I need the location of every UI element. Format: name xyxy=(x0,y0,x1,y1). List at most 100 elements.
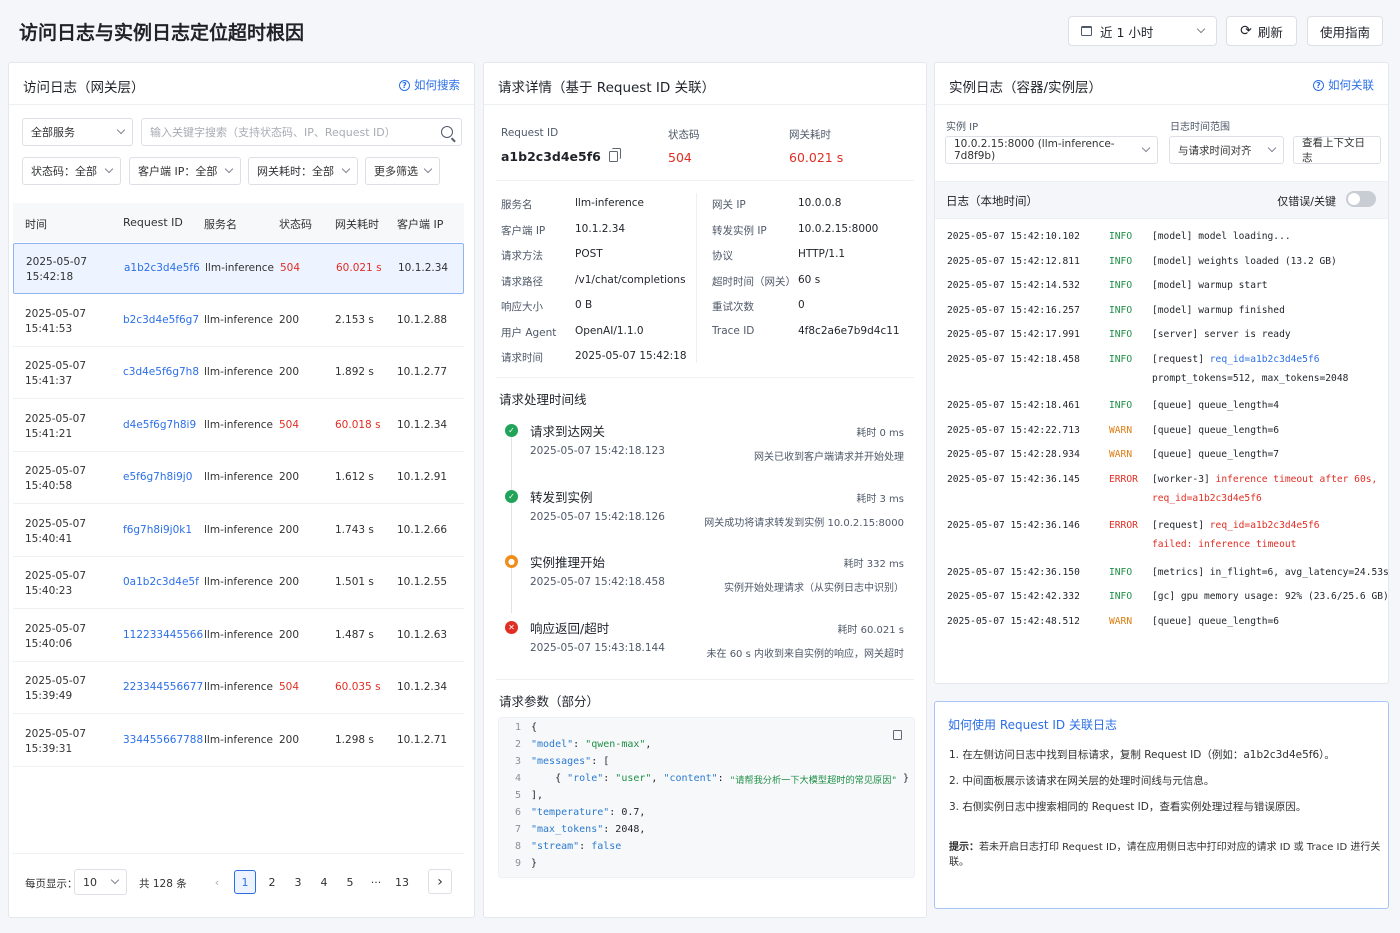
log-message: [gc] gpu memory usage: 92% (23.6/25.6 GB… xyxy=(1152,591,1389,602)
row-request-id[interactable]: a1b2c3d4e5f6 xyxy=(124,262,200,274)
log-timestamp: 2025-05-07 15:42:28.934 xyxy=(947,449,1080,460)
timeline-step-desc: 网关成功将请求转发到实例 10.0.2.15:8000 xyxy=(704,517,904,529)
row-client-ip: 10.1.2.77 xyxy=(397,366,448,378)
table-row[interactable]: 2025-05-07 15:39:31 334455667788 llm-infer… xyxy=(13,716,464,767)
row-latency: 60.018 s xyxy=(335,418,381,431)
row-service: llm-inference xyxy=(204,471,274,483)
log-level: ERROR xyxy=(1109,520,1138,531)
table-row[interactable]: 2025-05-07 15:41:37 c3d4e5f6g7h8 llm-infer… xyxy=(13,348,464,399)
row-status: 200 xyxy=(279,471,300,483)
page-size-select[interactable]: 10 xyxy=(74,869,127,895)
page-2[interactable]: 2 xyxy=(261,870,283,894)
refresh-button[interactable]: ⟳ 刷新 xyxy=(1226,16,1297,46)
table-row[interactable]: 2025-05-07 15:40:06 112233445566 llm-infer… xyxy=(13,611,464,662)
client-ip-filter[interactable]: 客户端 IP：全部 xyxy=(129,157,241,185)
status-filter[interactable]: 状态码：全部 xyxy=(22,157,121,185)
row-request-id[interactable]: b2c3d4e5f6g7 xyxy=(123,314,199,326)
row-request-id[interactable]: c3d4e5f6g7h8 xyxy=(123,366,199,378)
chevron-down-icon xyxy=(1196,24,1206,34)
row-request-id[interactable]: 223344556677 xyxy=(123,681,203,693)
meta-value: 10.0.2.15:8000 xyxy=(798,222,879,235)
log-level: WARN xyxy=(1109,615,1133,627)
next-page-button[interactable]: › xyxy=(428,869,452,894)
table-row[interactable]: 2025-05-07 15:40:58 e5f6g7h8i9j0 llm-infer… xyxy=(13,453,464,504)
request-id: a1b2c3d4e5f6 xyxy=(501,148,621,164)
prev-page-button[interactable]: ‹ xyxy=(206,870,228,894)
divider xyxy=(496,180,914,181)
params-code-block: 1{ 2 "model": "qwen-max", 3 "messages": … xyxy=(498,717,915,878)
row-client-ip: 10.1.2.34 xyxy=(397,418,448,431)
timeline-step-cost: 耗时 0 ms xyxy=(856,428,904,439)
chevron-down-icon xyxy=(1267,143,1277,153)
rid-label: Request ID xyxy=(501,127,559,139)
row-client-ip: 10.1.2.55 xyxy=(397,576,448,588)
log-entry: 2025-05-07 15:42:22.713 WARN [queue] queue… xyxy=(947,425,1377,445)
page-3[interactable]: 3 xyxy=(287,870,309,894)
table-row[interactable]: 2025-05-07 15:40:41 f6g7h8i9j0k1 llm-infer… xyxy=(13,506,464,557)
correlate-help-link[interactable]: ? 如何关联 xyxy=(1313,77,1374,93)
time-range-select[interactable]: 近 1 小时 xyxy=(1068,16,1217,46)
meta-value: POST xyxy=(575,248,603,260)
meta-label: 客户端 IP xyxy=(501,224,546,237)
search-input[interactable]: 输入关键字搜索（支持状态码、IP、Request ID） xyxy=(141,118,462,146)
log-timestamp: 2025-05-07 15:42:48.512 xyxy=(947,615,1080,627)
table-row[interactable]: 2025-05-07 15:42:18 a1b2c3d4e5f6 llm-infer… xyxy=(13,243,464,294)
log-entry: 2025-05-07 15:42:10.102 INFO [model] model… xyxy=(947,231,1377,251)
more-filters[interactable]: 更多筛选 xyxy=(365,157,440,185)
row-time: 2025-05-07 15:39:31 xyxy=(25,727,87,755)
row-request-id[interactable]: 334455667788 xyxy=(123,734,203,746)
access-log-panel: 访问日志（网关层） ? 如何搜索 全部服务 输入关键字搜索（支持状态码、IP、Re… xyxy=(8,62,475,918)
log-range-select[interactable]: 与请求时间对齐 xyxy=(1169,136,1284,164)
page-5[interactable]: 5 xyxy=(339,870,361,894)
log-timestamp: 2025-05-07 15:42:10.102 xyxy=(947,231,1080,242)
log-highlight: req_id=a1b2c3d4e5f6 xyxy=(1209,353,1320,365)
log-timestamp: 2025-05-07 15:42:17.991 xyxy=(947,329,1080,340)
row-latency: 2.153 s xyxy=(335,313,374,326)
instance-log-panel: 实例日志（容器/实例层） ? 如何关联 实例 IP 10.0.2.15:8000 … xyxy=(934,62,1389,684)
log-entry: 2025-05-07 15:42:18.461 INFO [queue] queue… xyxy=(947,400,1377,420)
chevron-down-icon xyxy=(423,164,433,174)
guide-button[interactable]: 使用指南 xyxy=(1307,16,1383,46)
row-request-id[interactable]: e5f6g7h8i9j0 xyxy=(123,471,192,483)
row-client-ip: 10.1.2.88 xyxy=(397,313,448,326)
chevron-down-icon xyxy=(104,164,114,174)
log-entry: 2025-05-07 15:42:12.811 INFO [model] weigh… xyxy=(947,256,1377,276)
col-time: 时间 xyxy=(25,218,47,231)
top-bar: 访问日志与实例日志定位超时根因 近 1 小时 ⟳ 刷新 使用指南 xyxy=(0,0,1400,62)
log-level: WARN xyxy=(1109,424,1133,436)
log-message: [queue] queue_length=4 xyxy=(1152,400,1280,411)
row-request-id[interactable]: 0a1b2c3d4e5f xyxy=(123,576,199,588)
meta-label: 请求方法 xyxy=(501,250,543,262)
instance-ip-select[interactable]: 10.0.2.15:8000 (llm-inference-7d8f9b) xyxy=(945,136,1158,164)
divider xyxy=(13,853,464,854)
row-client-ip: 10.1.2.34 xyxy=(397,681,448,693)
row-service: llm-inference xyxy=(204,523,274,536)
row-status: 200 xyxy=(279,733,300,746)
log-timestamp: 2025-05-07 15:42:16.257 xyxy=(947,304,1080,316)
row-request-id[interactable]: d4e5f6g7h8i9 xyxy=(123,419,196,431)
table-row[interactable]: 2025-05-07 15:39:49 223344556677 llm-infer… xyxy=(13,663,464,714)
page-13[interactable]: 13 xyxy=(391,870,413,894)
page-4[interactable]: 4 xyxy=(313,870,335,894)
timeline-status-icon: ✓ xyxy=(505,424,518,437)
errors-only-toggle[interactable] xyxy=(1346,191,1376,207)
row-status: 200 xyxy=(279,628,300,641)
copy-icon[interactable] xyxy=(893,730,902,740)
page-1[interactable]: 1 xyxy=(234,870,256,894)
log-entry: 2025-05-07 15:42:28.934 WARN [queue] queue… xyxy=(947,449,1377,469)
copy-icon[interactable] xyxy=(608,148,621,162)
search-help-link[interactable]: ? 如何搜索 xyxy=(399,77,460,93)
latency-filter[interactable]: 网关耗时：全部 xyxy=(248,157,358,185)
table-row[interactable]: 2025-05-07 15:40:23 0a1b2c3d4e5f llm-infer… xyxy=(13,558,464,609)
table-row[interactable]: 2025-05-07 15:41:21 d4e5f6g7h8i9 llm-infer… xyxy=(13,401,464,452)
row-status: 504 xyxy=(280,262,301,274)
table-row[interactable]: 2025-05-07 15:41:53 b2c3d4e5f6g7 llm-infer… xyxy=(13,296,464,347)
service-filter[interactable]: 全部服务 xyxy=(22,118,133,146)
col-request-id: Request ID xyxy=(123,216,183,229)
row-request-id[interactable]: f6g7h8i9j0k1 xyxy=(123,524,192,536)
latency-value: 60.021 s xyxy=(789,150,844,165)
meta-value: 0 B xyxy=(575,299,593,311)
context-log-button[interactable]: 查看上下文日志 xyxy=(1293,136,1381,164)
meta-value: 4f8c2a6e7b9d4c11 xyxy=(798,324,900,337)
row-request-id[interactable]: 112233445566 xyxy=(123,629,203,641)
